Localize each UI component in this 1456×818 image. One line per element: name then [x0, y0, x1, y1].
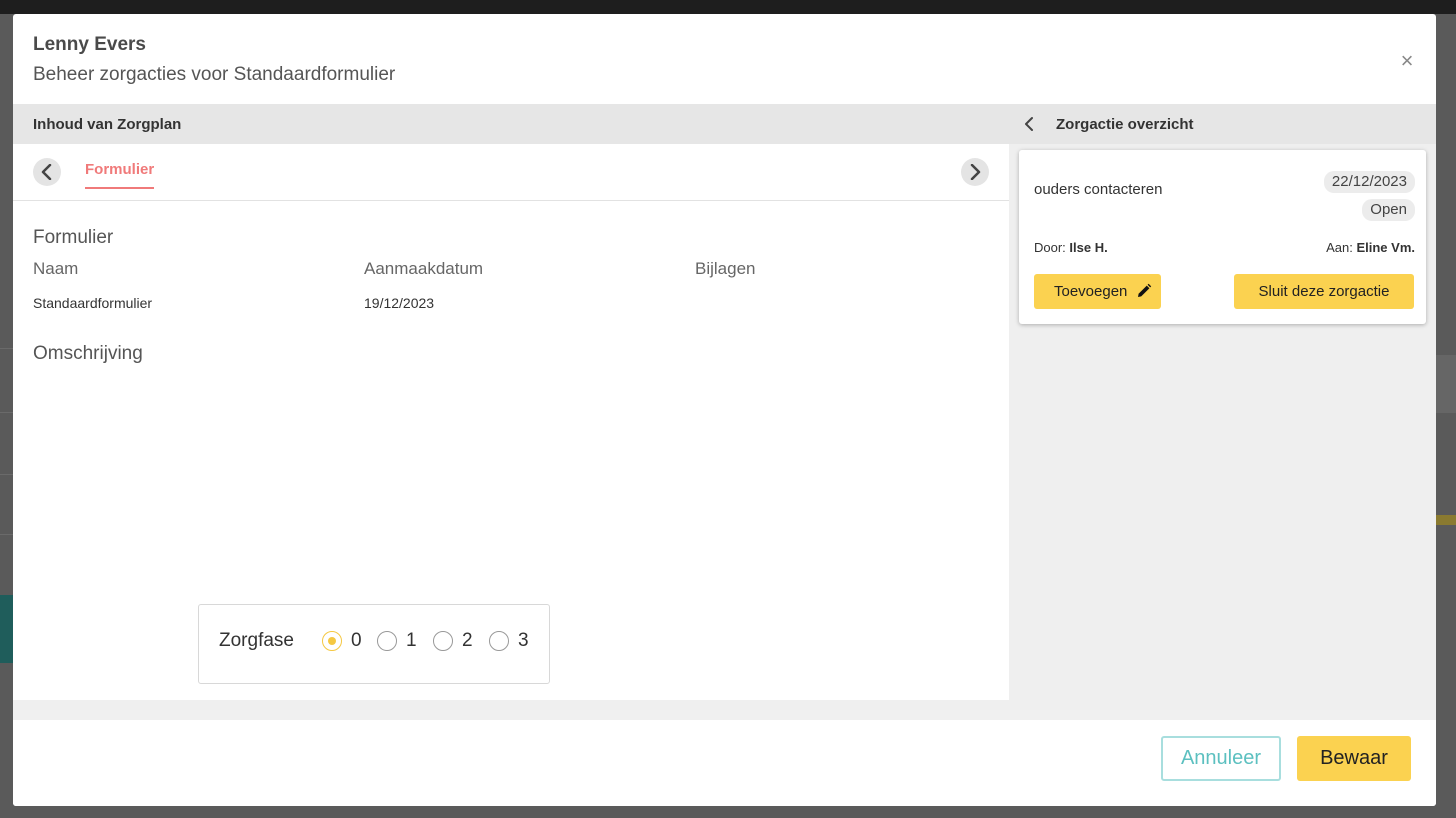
- zorgfase-option-1: 1: [406, 630, 417, 651]
- left-panel-title: Inhoud van Zorgplan: [33, 116, 182, 133]
- pencil-icon: [1138, 283, 1152, 297]
- modal-title: Lenny Evers: [33, 34, 146, 55]
- zorgfase-radio-2[interactable]: [433, 631, 453, 651]
- right-panel: ouders contacteren 22/12/2023 Open Door:…: [1009, 144, 1436, 710]
- right-panel-title: Zorgactie overzicht: [1056, 116, 1194, 133]
- background-teal-block: [0, 595, 13, 663]
- card-by-value: Ilse H.: [1069, 240, 1108, 255]
- modal-body: Inhoud van Zorgplan Formulier Formulier …: [13, 104, 1436, 710]
- next-tab-button[interactable]: [961, 158, 989, 186]
- zorgactie-card[interactable]: ouders contacteren 22/12/2023 Open Door:…: [1019, 150, 1426, 324]
- column-label-bijlagen: Bijlagen: [695, 259, 756, 278]
- chevron-left-icon: [41, 164, 52, 180]
- zorgfase-option-2: 2: [462, 630, 473, 651]
- zorgfase-selector: Zorgfase 0 1 2 3: [198, 604, 550, 684]
- zorgfase-option-3: 3: [518, 630, 529, 651]
- background-right-bar: [1436, 515, 1456, 525]
- zorgfase-radio-1[interactable]: [377, 631, 397, 651]
- zorgactie-modal: Lenny Evers Beheer zorgacties voor Stand…: [13, 14, 1436, 806]
- status-badge: Open: [1362, 199, 1415, 221]
- close-icon[interactable]: ×: [1396, 50, 1418, 72]
- modal-subtitle: Beheer zorgacties voor Standaardformulie…: [33, 64, 396, 85]
- background-top-bar: [0, 0, 1456, 14]
- column-value-aanmaakdatum: 19/12/2023: [364, 295, 435, 311]
- card-to-label: Aan:: [1326, 240, 1353, 255]
- toevoegen-label: Toevoegen: [1054, 283, 1128, 300]
- background-divider: [0, 412, 13, 413]
- toevoegen-button[interactable]: Toevoegen: [1034, 274, 1161, 309]
- date-badge: 22/12/2023: [1323, 171, 1415, 193]
- background-right-block: [1436, 355, 1456, 413]
- right-panel-header: Zorgactie overzicht: [1009, 104, 1436, 144]
- card-title: ouders contacteren: [1034, 181, 1163, 198]
- annuleer-button[interactable]: Annuleer: [1161, 736, 1281, 781]
- sluit-zorgactie-button[interactable]: Sluit deze zorgactie: [1234, 274, 1414, 309]
- prev-tab-button[interactable]: [33, 158, 61, 186]
- zorgfase-radio-0[interactable]: [322, 631, 342, 651]
- bewaar-button[interactable]: Bewaar: [1297, 736, 1411, 781]
- modal-footer: Annuleer Bewaar: [13, 710, 1436, 806]
- card-by-label: Door:: [1034, 240, 1066, 255]
- column-label-naam: Naam: [33, 259, 79, 278]
- tabs-row: Formulier: [13, 144, 1009, 201]
- chevron-left-icon: [1025, 117, 1033, 131]
- section-title-omschrijving: Omschrijving: [33, 343, 143, 364]
- zorgfase-radio-3[interactable]: [489, 631, 509, 651]
- tab-formulier[interactable]: Formulier: [85, 161, 155, 189]
- footer-divider: [13, 710, 1436, 720]
- zorgfase-label: Zorgfase: [219, 630, 294, 651]
- column-value-naam: Standaardformulier: [33, 295, 153, 311]
- card-to-value: Eline Vm.: [1356, 240, 1415, 255]
- background-divider: [0, 534, 13, 535]
- modal-header: Lenny Evers Beheer zorgacties voor Stand…: [13, 14, 1436, 104]
- background-divider: [0, 348, 13, 349]
- zorgfase-option-0: 0: [351, 630, 362, 651]
- background-divider: [0, 474, 13, 475]
- left-panel-header: Inhoud van Zorgplan: [13, 104, 1009, 144]
- section-title-formulier: Formulier: [33, 227, 114, 248]
- column-label-aanmaakdatum: Aanmaakdatum: [364, 259, 484, 278]
- card-to: Aan: Eline Vm.: [1326, 240, 1415, 255]
- card-by: Door: Ilse H.: [1034, 240, 1108, 255]
- back-button[interactable]: [1021, 116, 1037, 132]
- chevron-right-icon: [970, 164, 981, 180]
